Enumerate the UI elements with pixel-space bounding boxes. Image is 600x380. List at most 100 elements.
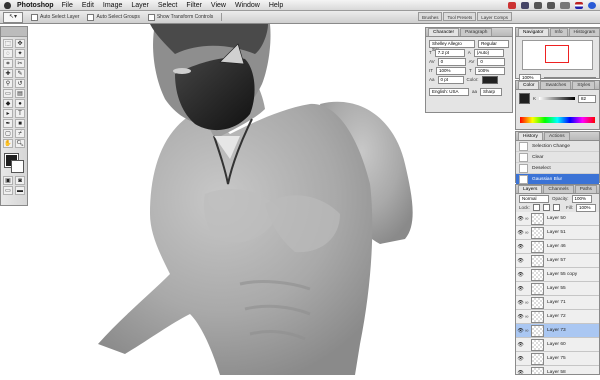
lasso-tool-icon[interactable]: ◌ (3, 49, 13, 58)
clone-stamp-tool-icon[interactable]: ⚲ (3, 79, 13, 88)
shape-tool-icon[interactable]: ■ (15, 119, 25, 128)
visibility-eye-icon[interactable]: 👁︎ (516, 244, 525, 250)
brush-tool-icon[interactable]: ✎ (15, 69, 25, 78)
toolbox-header[interactable] (1, 27, 27, 37)
tab-navigator[interactable]: Navigator (518, 28, 549, 36)
fill-field[interactable]: 100% (576, 203, 596, 212)
layer-row-selected[interactable]: 👁︎ ∞ Layer 73 (516, 324, 599, 338)
auto-select-groups-checkbox[interactable] (87, 13, 95, 21)
link-icon[interactable]: ∞ (525, 300, 529, 306)
navigator-thumbnail[interactable] (522, 40, 593, 70)
history-brush-tool-icon[interactable]: ↺ (15, 79, 25, 88)
layer-row[interactable]: 👁︎ ∞ Layer 72 (516, 310, 599, 324)
tab-history[interactable]: History (518, 132, 543, 140)
volume-icon[interactable] (547, 1, 555, 9)
layer-row[interactable]: 👁︎ Layer 58 (516, 366, 599, 374)
tracking-field[interactable]: 0 (477, 57, 506, 66)
leading-field[interactable]: (Auto) (473, 48, 504, 57)
status-icon[interactable] (508, 1, 516, 9)
tab-styles[interactable]: Styles (572, 81, 596, 89)
horizontal-scale-field[interactable]: 100% (474, 66, 505, 75)
layer-row[interactable]: 👁︎ ∞ Layer 50 (516, 212, 599, 226)
language-select[interactable]: English: USA (429, 87, 469, 96)
gradient-tool-icon[interactable]: ▤ (15, 89, 25, 98)
app-menu[interactable]: Photoshop (17, 2, 54, 9)
visibility-eye-icon[interactable]: 👁︎ (516, 328, 525, 334)
lock-position-checkbox[interactable] (552, 204, 560, 211)
apple-icon[interactable] (4, 1, 11, 9)
history-item[interactable]: Clear (516, 152, 599, 163)
tab-character[interactable]: Character (428, 28, 460, 36)
visibility-eye-icon[interactable]: 👁︎ (516, 314, 525, 320)
visibility-eye-icon[interactable]: 👁︎ (516, 216, 525, 222)
layer-row[interactable]: 👁︎ ∞ Layer 51 (516, 226, 599, 240)
path-selection-tool-icon[interactable]: ▸ (3, 109, 13, 118)
link-icon[interactable]: ∞ (525, 314, 529, 320)
color-fg-swatch[interactable] (519, 93, 530, 104)
layer-row[interactable]: 👁︎ Layer 75 (516, 352, 599, 366)
crop-tool-icon[interactable]: ⌗ (3, 59, 13, 68)
show-transform-controls-checkbox[interactable] (147, 13, 155, 21)
baseline-shift-field[interactable]: 0 pt (437, 75, 464, 84)
layer-row[interactable]: 👁︎ ∞ Layer 71 (516, 296, 599, 310)
layer-row[interactable]: 👁︎ Layer 57 (516, 254, 599, 268)
full-screen-mode-icon[interactable]: ▬ (15, 186, 25, 195)
well-tab-tool-presets[interactable]: Tool Presets (443, 12, 477, 21)
dodge-tool-icon[interactable]: ● (15, 99, 25, 108)
tab-channels[interactable]: Channels (543, 185, 574, 193)
tab-swatches[interactable]: Swatches (540, 81, 572, 89)
tab-paragraph[interactable]: Paragraph (460, 28, 493, 36)
layer-row[interactable]: 👁︎ Layer 55 (516, 282, 599, 296)
flag-icon[interactable] (575, 1, 583, 9)
tool-preset-picker[interactable]: ↖▾ (3, 11, 23, 23)
well-tab-brushes[interactable]: Brushes (417, 12, 443, 21)
move-tool-icon[interactable]: ✥ (15, 39, 25, 48)
antialias-select[interactable]: Sharp (480, 87, 503, 96)
color-ramp[interactable] (520, 117, 595, 123)
eyedropper-tool-icon[interactable]: ⌿ (15, 129, 25, 138)
kerning-field[interactable]: 0 (437, 57, 466, 66)
menu-filter[interactable]: Filter (186, 2, 202, 9)
link-icon[interactable]: ∞ (525, 328, 529, 334)
tab-paths[interactable]: Paths (574, 185, 597, 193)
font-size-field[interactable]: 7.2 pt (434, 48, 465, 57)
menu-layer[interactable]: Layer (131, 2, 149, 9)
tab-info[interactable]: Info (549, 28, 568, 36)
color-value-field[interactable]: 82 (578, 94, 596, 103)
tab-actions[interactable]: Actions (543, 132, 570, 140)
standard-mode-icon[interactable]: ▣ (3, 176, 13, 185)
link-icon[interactable]: ∞ (525, 216, 529, 222)
lock-transparency-checkbox[interactable] (532, 204, 540, 211)
menu-help[interactable]: Help (269, 2, 283, 9)
blend-mode-select[interactable]: Normal (519, 194, 549, 203)
zoom-slider[interactable] (544, 76, 596, 79)
spotlight-icon[interactable] (588, 1, 596, 9)
tab-color[interactable]: Color (518, 81, 540, 89)
font-family-select[interactable]: Shelley Allegro Scr... (429, 39, 476, 52)
opacity-field[interactable]: 100% (571, 194, 592, 203)
battery-icon[interactable] (560, 1, 570, 9)
blur-tool-icon[interactable]: ◆ (3, 99, 13, 108)
visibility-eye-icon[interactable]: 👁︎ (516, 300, 525, 306)
history-item[interactable]: Deselect (516, 163, 599, 174)
visibility-eye-icon[interactable]: 👁︎ (516, 272, 525, 278)
pen-tool-icon[interactable]: ✒ (3, 119, 13, 128)
layer-row[interactable]: 👁︎ Layer 46 (516, 240, 599, 254)
menu-view[interactable]: View (211, 2, 226, 9)
screen-mode-icon[interactable]: ▭ (3, 186, 13, 195)
link-icon[interactable]: ∞ (525, 230, 529, 236)
menu-edit[interactable]: Edit (82, 2, 94, 9)
quick-mask-icon[interactable]: ◙ (15, 176, 25, 185)
visibility-eye-icon[interactable]: 👁︎ (516, 230, 525, 236)
visibility-eye-icon[interactable]: 👁︎ (516, 356, 525, 362)
zoom-tool-icon[interactable]: 🔍︎ (15, 139, 25, 148)
layer-row[interactable]: 👁︎ Layer 55 copy (516, 268, 599, 282)
history-item[interactable]: Selection Change (516, 141, 599, 152)
notes-tool-icon[interactable]: ▢ (3, 129, 13, 138)
menu-image[interactable]: Image (103, 2, 122, 9)
magic-wand-tool-icon[interactable]: ✦ (15, 49, 25, 58)
eraser-tool-icon[interactable]: ▭ (3, 89, 13, 98)
auto-select-layer-checkbox[interactable] (31, 13, 38, 21)
font-style-select[interactable]: Regular (478, 39, 509, 48)
menu-select[interactable]: Select (158, 2, 177, 9)
